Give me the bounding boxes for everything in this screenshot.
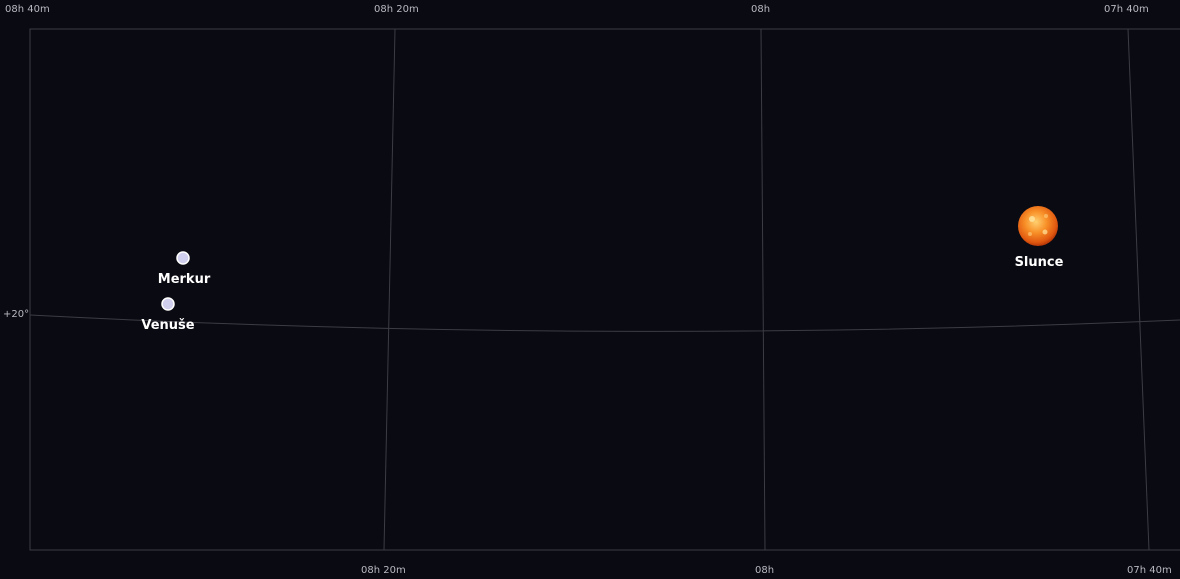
mercury-label[interactable]: Merkur bbox=[158, 272, 210, 287]
ra-tick-top-2: 08h bbox=[751, 4, 771, 15]
dec-tick-0: +20° bbox=[3, 309, 30, 320]
ra-tick-top-3: 07h 40m bbox=[1104, 4, 1149, 15]
sky-map[interactable] bbox=[0, 0, 1180, 579]
sun-marker[interactable] bbox=[1018, 206, 1058, 246]
ra-tick-top-0: 08h 40m bbox=[5, 4, 50, 15]
sun-label[interactable]: Slunce bbox=[1015, 255, 1064, 270]
venus-marker[interactable] bbox=[161, 297, 175, 311]
ra-tick-bottom-1: 08h bbox=[755, 565, 775, 576]
ra-gridline-08h20m bbox=[383, 28, 396, 551]
map-frame bbox=[29, 28, 1180, 551]
dec-gridline-plus20 bbox=[29, 314, 1180, 332]
ra-tick-top-1: 08h 20m bbox=[374, 4, 419, 15]
ra-tick-bottom-2: 07h 40m bbox=[1127, 565, 1172, 576]
ra-tick-bottom-0: 08h 20m bbox=[361, 565, 406, 576]
ra-gridline-07h40m bbox=[1127, 28, 1150, 551]
venus-label[interactable]: Venuše bbox=[141, 318, 194, 333]
ra-gridline-08h bbox=[760, 28, 766, 551]
mercury-marker[interactable] bbox=[176, 251, 190, 265]
